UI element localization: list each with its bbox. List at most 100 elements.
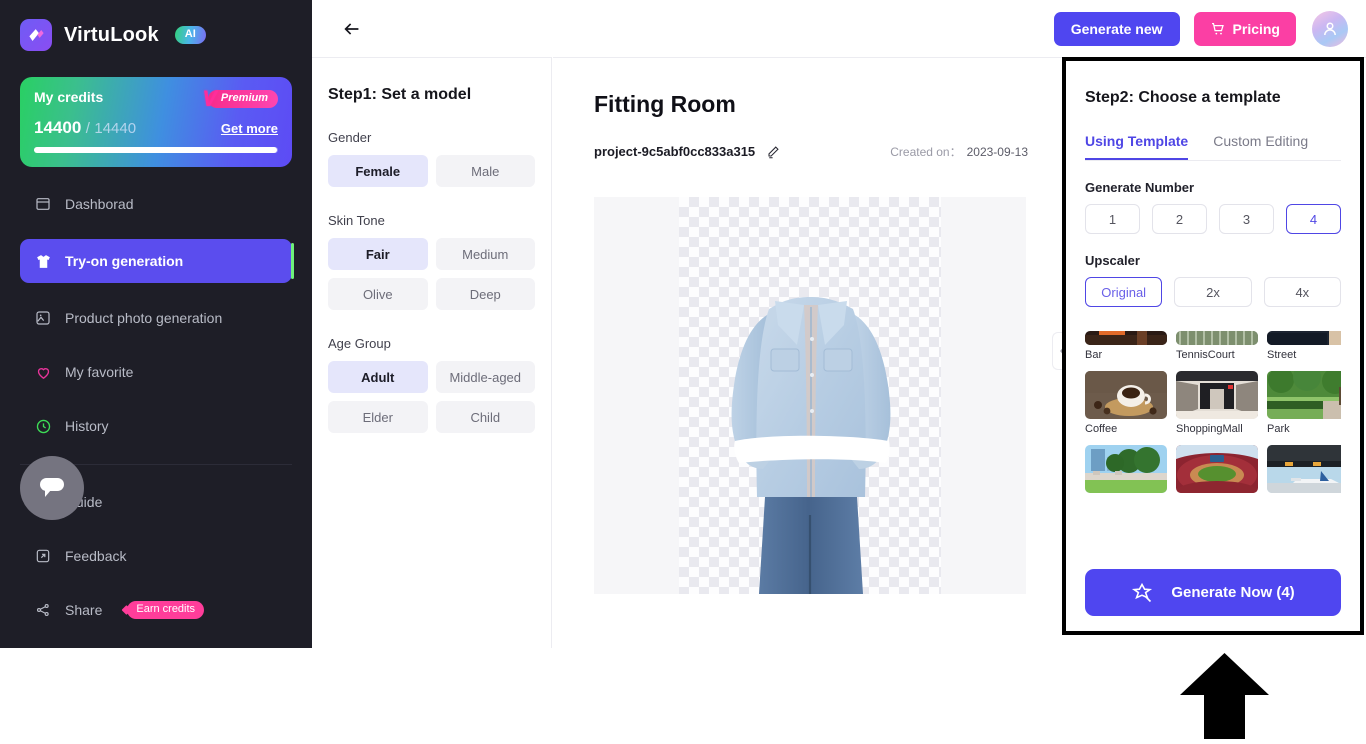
sidebar-item-label: Product photo generation <box>65 310 223 326</box>
generate-number-2[interactable]: 2 <box>1152 204 1207 234</box>
template-thumbnail <box>1085 445 1167 493</box>
option-female[interactable]: Female <box>328 155 428 187</box>
chat-bubble-icon <box>40 478 64 497</box>
sidebar-item-label: Try-on generation <box>65 253 184 269</box>
avatar[interactable] <box>1312 10 1348 47</box>
created-on: Created on： 2023-09-13 <box>890 143 1028 160</box>
clock-icon <box>34 417 52 435</box>
template-item-street[interactable]: Street <box>1267 331 1341 361</box>
step1-panel: Step1: Set a model Gender Female Male Sk… <box>312 57 552 648</box>
generate-number-1[interactable]: 1 <box>1085 204 1140 234</box>
generate-number-3[interactable]: 3 <box>1219 204 1274 234</box>
template-grid: Bar TennisCourt Street Coffee ShoppingMa… <box>1085 331 1341 497</box>
topbar: Generate new Pricing <box>312 0 1366 57</box>
step2-title: Step2: Choose a template <box>1085 89 1281 106</box>
edit-project-name-button[interactable] <box>765 144 781 160</box>
sidebar-item-tryon-generation[interactable]: Try-on generation <box>20 239 294 283</box>
earn-credits-badge[interactable]: Earn credits <box>127 601 205 619</box>
sidebar-nav: Dashborad Try-on generation Product phot… <box>0 185 312 629</box>
stadium-thumbnail-image <box>1176 445 1258 493</box>
template-thumbnail <box>1267 445 1341 493</box>
upscaler-original[interactable]: Original <box>1085 277 1163 307</box>
upscaler-4x[interactable]: 4x <box>1263 277 1341 307</box>
premium-label: Premium <box>207 90 278 108</box>
generate-new-button[interactable]: Generate new <box>1053 11 1180 46</box>
option-olive[interactable]: Olive <box>328 278 428 310</box>
sidebar-item-feedback[interactable]: Feedback <box>20 537 292 575</box>
magic-wand-star-icon <box>1132 582 1153 602</box>
image-canvas[interactable] <box>594 197 1026 594</box>
template-thumbnail <box>1176 445 1258 493</box>
back-button[interactable] <box>340 17 364 41</box>
template-item-coffee[interactable]: Coffee <box>1085 371 1167 435</box>
arrow-left-icon <box>344 22 359 35</box>
upscaler-2x[interactable]: 2x <box>1174 277 1252 307</box>
image-icon <box>34 309 52 327</box>
sidebar-item-share[interactable]: Share Earn credits <box>20 591 292 629</box>
ai-badge: AI <box>174 26 206 44</box>
tab-custom-editing[interactable]: Custom Editing <box>1213 133 1308 160</box>
template-gallery[interactable]: Bar TennisCourt Street Coffee ShoppingMa… <box>1085 331 1341 549</box>
option-fair[interactable]: Fair <box>328 238 428 270</box>
logo-icon <box>20 19 52 51</box>
credits-total: 14440 <box>94 120 137 137</box>
option-deep[interactable]: Deep <box>435 278 535 310</box>
logo-glyph-icon <box>28 28 44 41</box>
age-group-options: Adult Middle-aged Elder Child <box>328 361 535 433</box>
template-name: ShoppingMall <box>1176 423 1243 435</box>
airport-thumbnail-image <box>1267 445 1341 493</box>
template-item-shoppingmall[interactable]: ShoppingMall <box>1176 371 1258 435</box>
created-on-label: Created on： <box>890 145 962 159</box>
tshirt-icon <box>34 252 52 270</box>
pricing-button[interactable]: Pricing <box>1193 11 1296 46</box>
template-item-tenniscourt[interactable]: TennisCourt <box>1176 331 1258 361</box>
credits-values: 14400 / 14440 <box>34 118 136 138</box>
option-child[interactable]: Child <box>435 401 535 433</box>
sidebar-item-my-favorite[interactable]: My favorite <box>20 353 292 391</box>
premium-badge: V Premium <box>202 86 278 111</box>
template-item-bar[interactable]: Bar <box>1085 331 1167 361</box>
sidebar-item-history[interactable]: History <box>20 407 292 445</box>
tab-using-template[interactable]: Using Template <box>1085 133 1189 160</box>
brand-name: VirtuLook <box>64 23 159 46</box>
project-name: project-9c5abf0cc833a315 <box>594 144 756 159</box>
sidebar: VirtuLook AI My credits V Premium 14400 … <box>0 0 312 648</box>
option-medium[interactable]: Medium <box>435 238 535 270</box>
option-adult[interactable]: Adult <box>328 361 428 393</box>
template-thumbnail <box>1176 371 1258 419</box>
generate-number-4[interactable]: 4 <box>1286 204 1341 234</box>
template-name: Coffee <box>1085 423 1118 435</box>
credits-progress-bar <box>34 147 278 153</box>
up-arrow-annotation <box>1180 653 1269 739</box>
gender-options: Female Male <box>328 155 535 187</box>
street-thumbnail-image <box>1267 331 1341 345</box>
gender-label: Gender <box>328 130 372 145</box>
template-item-8[interactable] <box>1176 445 1258 497</box>
option-male[interactable]: Male <box>435 155 535 187</box>
brand[interactable]: VirtuLook AI <box>0 0 312 54</box>
template-thumbnail <box>1267 331 1341 345</box>
coffee-thumbnail-image <box>1085 371 1167 419</box>
step2-panel: Step2: Choose a template Using Template … <box>1062 57 1364 635</box>
generate-now-button[interactable]: Generate Now (4) <box>1085 569 1341 616</box>
template-item-7[interactable] <box>1085 445 1167 497</box>
skin-tone-options: Fair Medium Olive Deep <box>328 238 535 310</box>
project-row: project-9c5abf0cc833a315 Created on： 2023… <box>594 143 1028 160</box>
option-middle-aged[interactable]: Middle-aged <box>435 361 535 393</box>
transparency-checkerboard <box>679 197 941 594</box>
chat-support-button[interactable] <box>20 456 84 520</box>
app-root: VirtuLook AI My credits V Premium 14400 … <box>0 0 1366 744</box>
sidebar-item-product-photo-generation[interactable]: Product photo generation <box>20 299 292 337</box>
template-item-9[interactable] <box>1267 445 1341 497</box>
skin-tone-label: Skin Tone <box>328 213 385 228</box>
premium-v-mark: V <box>202 86 217 111</box>
sidebar-item-label: History <box>65 418 109 434</box>
bar-thumbnail-image <box>1085 331 1167 345</box>
option-elder[interactable]: Elder <box>328 401 428 433</box>
external-link-icon <box>34 547 52 565</box>
get-more-link[interactable]: Get more <box>221 121 278 136</box>
credits-used: 14400 <box>34 118 82 137</box>
sidebar-item-dashboard[interactable]: Dashborad <box>20 185 292 223</box>
bottom-area <box>0 648 1366 744</box>
template-item-park[interactable]: Park <box>1267 371 1341 435</box>
